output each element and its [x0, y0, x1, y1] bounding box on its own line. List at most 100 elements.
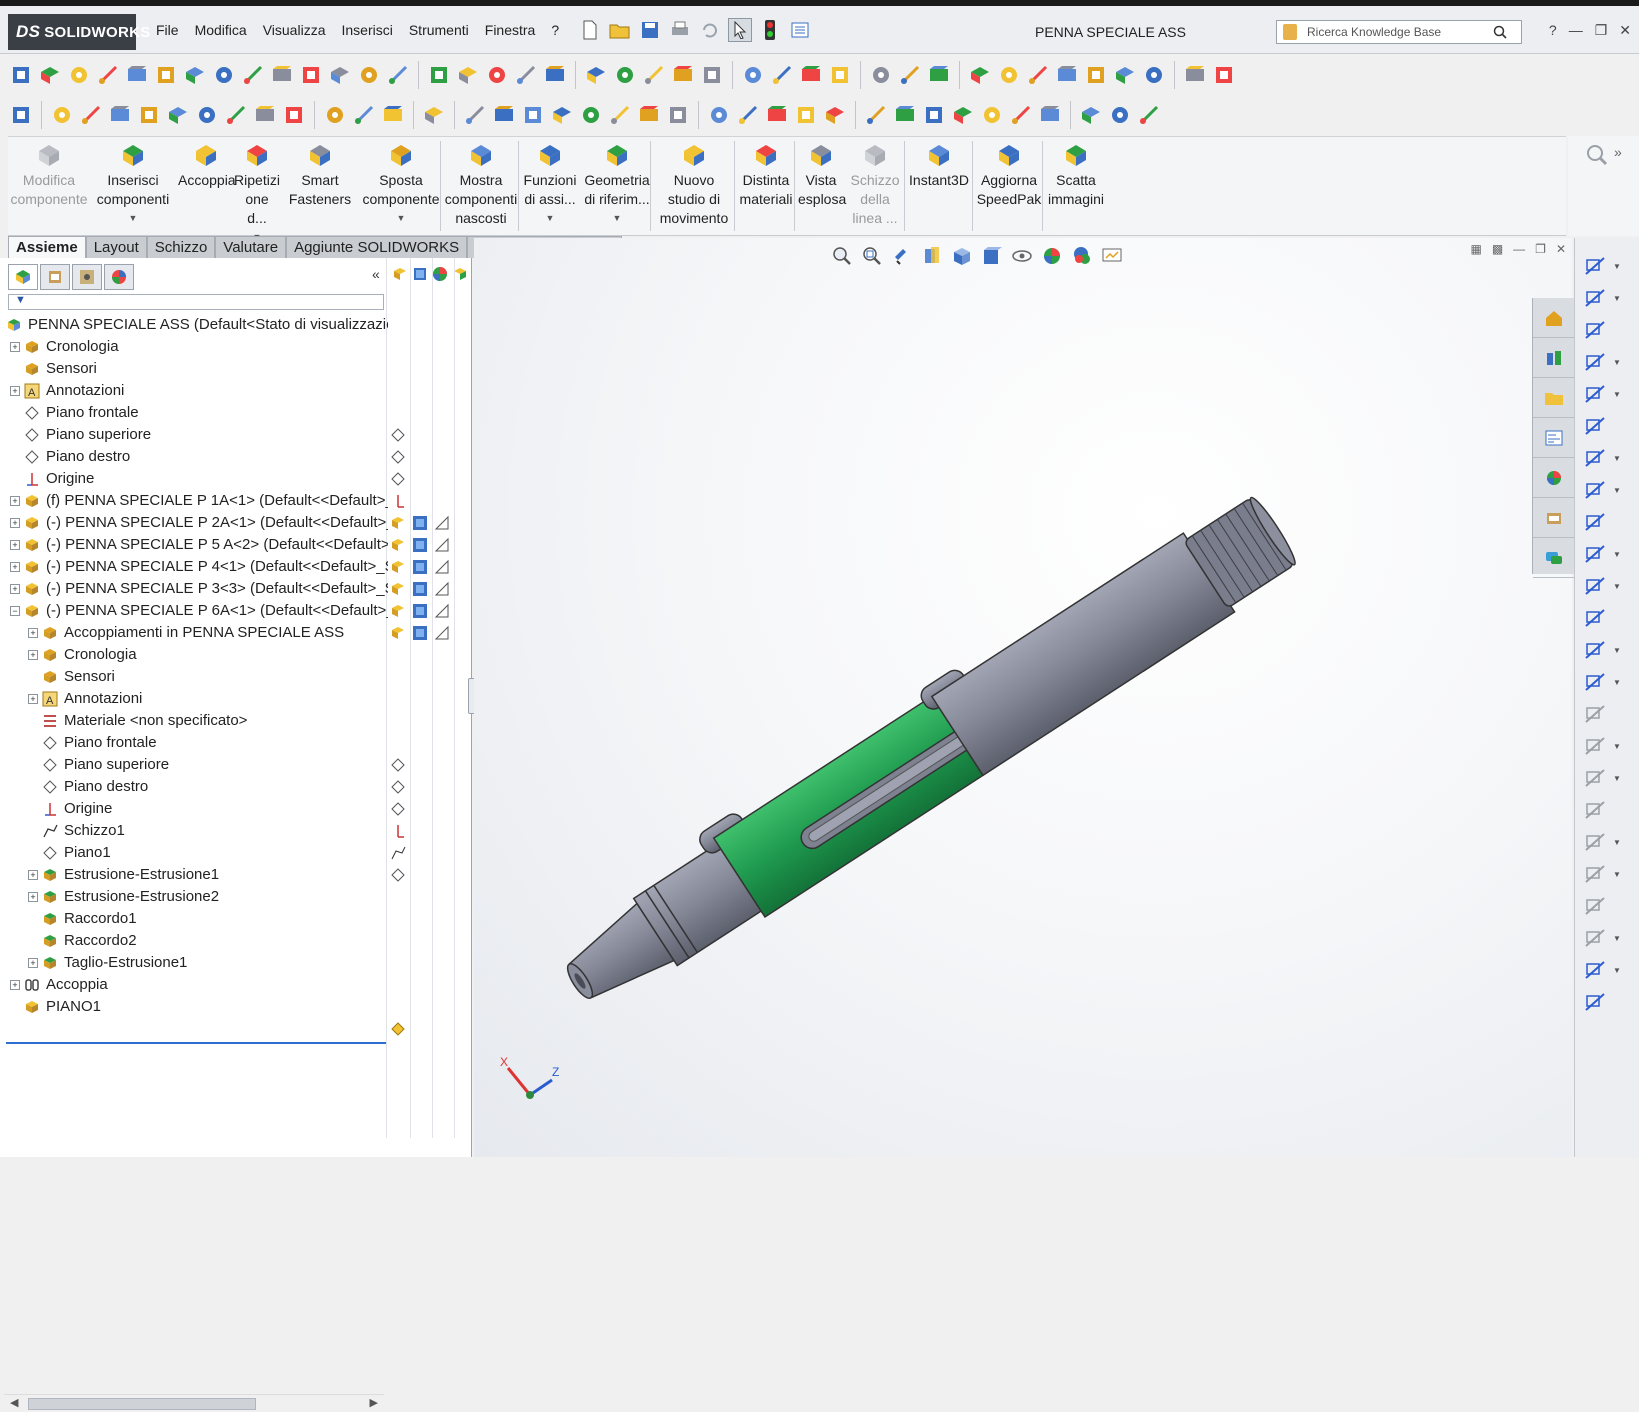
- mirror-icon[interactable]: [1583, 796, 1631, 824]
- search-scope-icon[interactable]: [1283, 24, 1297, 40]
- state-display-icon[interactable]: [412, 537, 428, 553]
- state-plane-icon[interactable]: [390, 779, 406, 795]
- command-15[interactable]: Scatta immagini: [1046, 137, 1106, 235]
- smart-dimension-icon[interactable]: ▼: [1583, 284, 1631, 312]
- save-icon[interactable]: [638, 18, 662, 42]
- new-document-icon[interactable]: [578, 18, 602, 42]
- speedpak-icon[interactable]: [926, 62, 952, 88]
- dropdown-arrow-icon[interactable]: ▼: [522, 209, 578, 228]
- section-properties-icon[interactable]: [95, 62, 121, 88]
- right-view-icon[interactable]: [136, 102, 162, 128]
- design-library-icon[interactable]: [1533, 338, 1575, 378]
- perspective-icon[interactable]: [822, 102, 848, 128]
- deviation-analysis-icon[interactable]: [269, 62, 295, 88]
- link-views-icon[interactable]: [421, 102, 447, 128]
- cube-iso-icon[interactable]: [1037, 102, 1063, 128]
- instant3d-icon[interactable]: [897, 62, 923, 88]
- smart-fastener-icon[interactable]: [670, 62, 696, 88]
- tree-item[interactable]: Raccordo2: [4, 930, 388, 952]
- tree-item[interactable]: Piano frontale: [4, 402, 388, 424]
- select-arrow-icon[interactable]: [728, 18, 752, 42]
- shaded-icon[interactable]: [706, 102, 732, 128]
- solidworks-resources-icon[interactable]: [1533, 298, 1575, 338]
- draft-icon[interactable]: [549, 102, 575, 128]
- plus-icon[interactable]: [1182, 62, 1208, 88]
- tree-item[interactable]: + Accoppiamenti in PENNA SPECIALE ASS: [4, 622, 388, 644]
- state-config-icon[interactable]: [390, 559, 406, 575]
- minimize-icon[interactable]: —: [1569, 22, 1583, 39]
- pattern-icon[interactable]: [641, 62, 667, 88]
- restore-icon[interactable]: ❐: [1595, 22, 1608, 39]
- display-relations-icon[interactable]: [1583, 892, 1631, 920]
- insert-component-icon[interactable]: [583, 62, 609, 88]
- ellipse-icon[interactable]: [1583, 508, 1631, 536]
- state-config-icon[interactable]: [390, 625, 406, 641]
- command-12[interactable]: Schizzo della linea ...: [848, 137, 902, 235]
- rollback-bar[interactable]: [6, 1042, 386, 1044]
- shell-icon[interactable]: [520, 102, 546, 128]
- state-appearance-icon[interactable]: [434, 537, 450, 553]
- appearances-scenes-icon[interactable]: [1533, 458, 1575, 498]
- isometric-view-icon[interactable]: [223, 102, 249, 128]
- weld-icon[interactable]: [1083, 62, 1109, 88]
- tree-item[interactable]: Origine: [4, 798, 388, 820]
- expand-icon[interactable]: +: [10, 342, 20, 352]
- tab-2[interactable]: Schizzo: [146, 236, 216, 258]
- command-2[interactable]: Accoppia: [178, 137, 236, 235]
- front-view-icon[interactable]: [49, 102, 75, 128]
- assembly-features-icon[interactable]: [740, 62, 766, 88]
- scroll-left-icon[interactable]: ◀: [10, 1396, 18, 1409]
- expand-icon[interactable]: +: [28, 958, 38, 968]
- command-5[interactable]: Sposta componente ▼: [362, 137, 440, 235]
- pen-model[interactable]: [474, 238, 1572, 1157]
- tree-item[interactable]: + Estrusione-Estrusione2: [4, 886, 388, 908]
- state-display-icon[interactable]: [412, 603, 428, 619]
- filter-icon[interactable]: ▼: [15, 294, 26, 306]
- state-display-icon[interactable]: [412, 559, 428, 575]
- tree-item[interactable]: Schizzo1: [4, 820, 388, 842]
- toolbox-icon[interactable]: [967, 62, 993, 88]
- cube-left-icon[interactable]: [921, 102, 947, 128]
- rapid-sketch-icon[interactable]: [1583, 988, 1631, 1016]
- text-icon[interactable]: ▼: [1583, 668, 1631, 696]
- spline-icon[interactable]: ▼: [1583, 476, 1631, 504]
- slot-icon[interactable]: ▼: [1583, 380, 1631, 408]
- mate-toolbar-icon[interactable]: [612, 62, 638, 88]
- dimxpert-icon[interactable]: [1141, 62, 1167, 88]
- tree-root-assembly[interactable]: PENNA SPECIALE ASS (Default<Stato di vis…: [4, 314, 388, 336]
- explode-line-icon[interactable]: [868, 62, 894, 88]
- property-manager-tab-icon[interactable]: [40, 264, 70, 290]
- expand-icon[interactable]: +: [10, 562, 20, 572]
- tree-item[interactable]: Sensori: [4, 666, 388, 688]
- tree-item[interactable]: + Cronologia: [4, 336, 388, 358]
- wireframe-icon[interactable]: [793, 102, 819, 128]
- state-plane-icon[interactable]: [390, 449, 406, 465]
- tree-item[interactable]: PIANO1: [4, 996, 388, 1018]
- menu-item-3[interactable]: Inserisci: [333, 22, 400, 38]
- tree-item[interactable]: + (-) PENNA SPECIALE P 5 A<2> (Default<<D…: [4, 534, 388, 556]
- command-8[interactable]: Geometria di riferim... ▼: [582, 137, 652, 235]
- state-appearance-icon[interactable]: [434, 603, 450, 619]
- state-plane-icon[interactable]: [390, 427, 406, 443]
- tree-item[interactable]: + A Annotazioni: [4, 688, 388, 710]
- command-7[interactable]: Funzioni di assi... ▼: [522, 137, 578, 235]
- tab-3[interactable]: Valutare: [215, 236, 287, 258]
- dimetric-view-icon[interactable]: [281, 102, 307, 128]
- cube-top-icon[interactable]: [979, 102, 1005, 128]
- collapse-icon[interactable]: −: [10, 606, 20, 616]
- expand-icon[interactable]: +: [28, 892, 38, 902]
- sketch-icon[interactable]: ▼: [1583, 252, 1631, 280]
- move-icon[interactable]: [455, 62, 481, 88]
- chamfer-icon[interactable]: [491, 102, 517, 128]
- tree-item[interactable]: + Taglio-Estrusione1: [4, 952, 388, 974]
- left-view-icon[interactable]: [107, 102, 133, 128]
- state-appearance-icon[interactable]: [434, 515, 450, 531]
- convert-entities-icon[interactable]: ▼: [1583, 732, 1631, 760]
- tree-item[interactable]: Piano1: [4, 842, 388, 864]
- expand-icon[interactable]: +: [10, 518, 20, 528]
- relation-icon[interactable]: [1107, 102, 1133, 128]
- display-pane-icon[interactable]: [513, 62, 539, 88]
- tree-item[interactable]: + (-) PENNA SPECIALE P 4<1> (Default<<Def…: [4, 556, 388, 578]
- state-config-icon[interactable]: [390, 537, 406, 553]
- tree-item[interactable]: + Estrusione-Estrusione1: [4, 864, 388, 886]
